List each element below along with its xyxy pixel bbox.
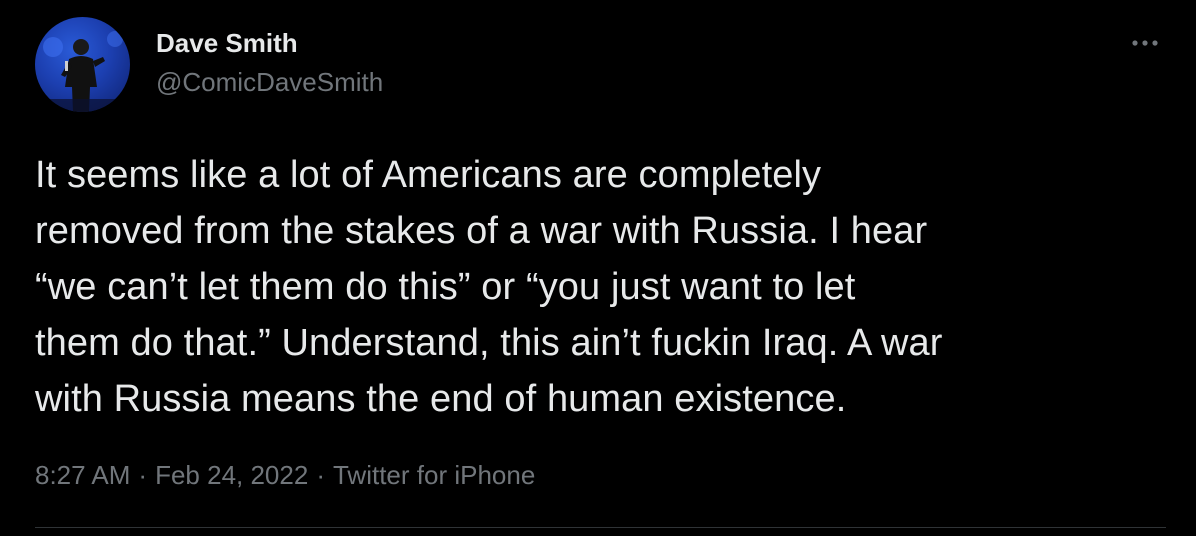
tweet-text: It seems like a lot of Americans are com… <box>35 154 943 420</box>
tweet-card: Dave Smith @ComicDaveSmith It seems like… <box>0 0 1196 536</box>
tweet-metadata: 8:27 AM · Feb 24, 2022 · Twitter for iPhone <box>35 458 535 492</box>
meta-separator: · <box>316 460 325 490</box>
meta-separator: · <box>138 460 148 490</box>
more-options-button[interactable] <box>1128 30 1162 56</box>
tweet-time[interactable]: 8:27 AM <box>35 460 130 490</box>
tweet-date[interactable]: Feb 24, 2022 <box>155 460 308 490</box>
more-horizontal-icon <box>1132 40 1158 46</box>
author-info: Dave Smith @ComicDaveSmith <box>156 28 383 97</box>
divider <box>35 527 1166 528</box>
avatar-image <box>35 31 130 112</box>
author-handle[interactable]: @ComicDaveSmith <box>156 67 383 97</box>
author-display-name[interactable]: Dave Smith <box>156 28 383 58</box>
tweet-source[interactable]: Twitter for iPhone <box>333 460 535 490</box>
avatar[interactable] <box>35 17 130 112</box>
